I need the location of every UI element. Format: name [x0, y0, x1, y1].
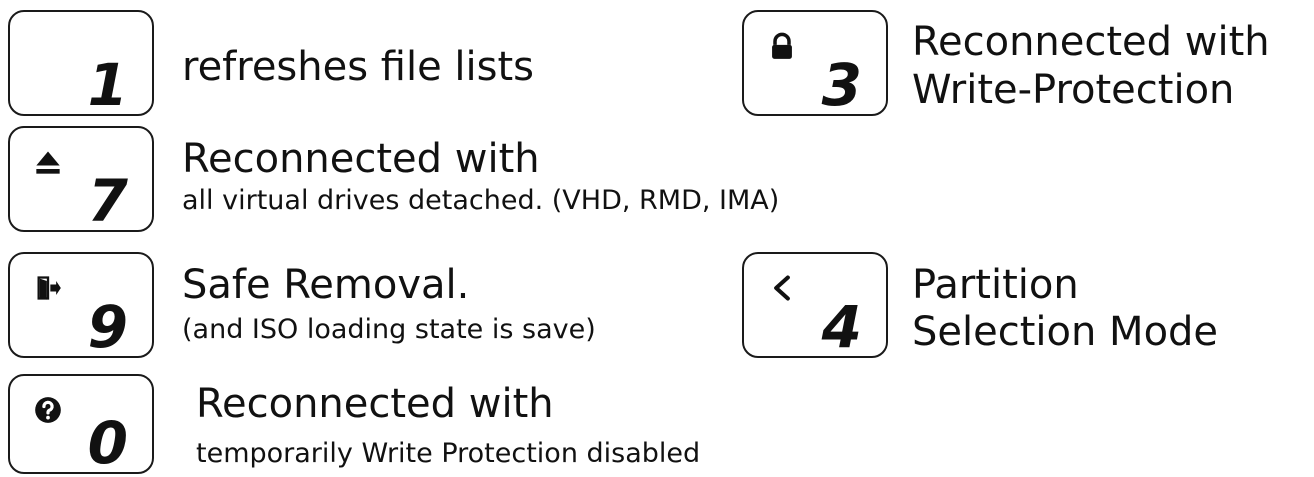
key-7: 7: [8, 126, 154, 232]
eject-icon: [34, 148, 62, 176]
key-number: 9: [87, 293, 128, 361]
label-partition-subtitle: Selection Mode: [912, 309, 1219, 355]
exit-door-icon: [34, 274, 62, 302]
label-safe-removal-title: Safe Removal.: [182, 262, 470, 308]
key-number: 0: [87, 409, 128, 477]
lock-icon: [768, 32, 796, 60]
label-detached-subtitle: all virtual drives detached. (VHD, RMD, …: [182, 185, 780, 216]
key-9: 9: [8, 252, 154, 358]
label-detached-title: Reconnected with: [182, 136, 540, 182]
key-number: 4: [821, 293, 862, 361]
key-4: 4: [742, 252, 888, 358]
key-number: 3: [821, 51, 862, 119]
label-partition-title: Partition: [912, 262, 1079, 308]
key-3: 3: [742, 10, 888, 116]
key-number: 7: [87, 167, 128, 235]
label-write-protection-subtitle: Write-Protection: [912, 67, 1235, 113]
label-safe-removal-subtitle: (and ISO loading state is save): [182, 314, 596, 345]
chevron-left-icon: [768, 274, 796, 302]
question-circle-icon: [34, 396, 62, 424]
label-write-protection-title: Reconnected with: [912, 19, 1270, 65]
key-number: 1: [87, 51, 128, 119]
key-0: 0: [8, 374, 154, 474]
label-refresh-file-lists: refreshes file lists: [182, 44, 535, 90]
label-wp-disabled-title: Reconnected with: [196, 381, 554, 427]
key-1: 1: [8, 10, 154, 116]
label-wp-disabled-subtitle: temporarily Write Protection disabled: [196, 438, 701, 469]
